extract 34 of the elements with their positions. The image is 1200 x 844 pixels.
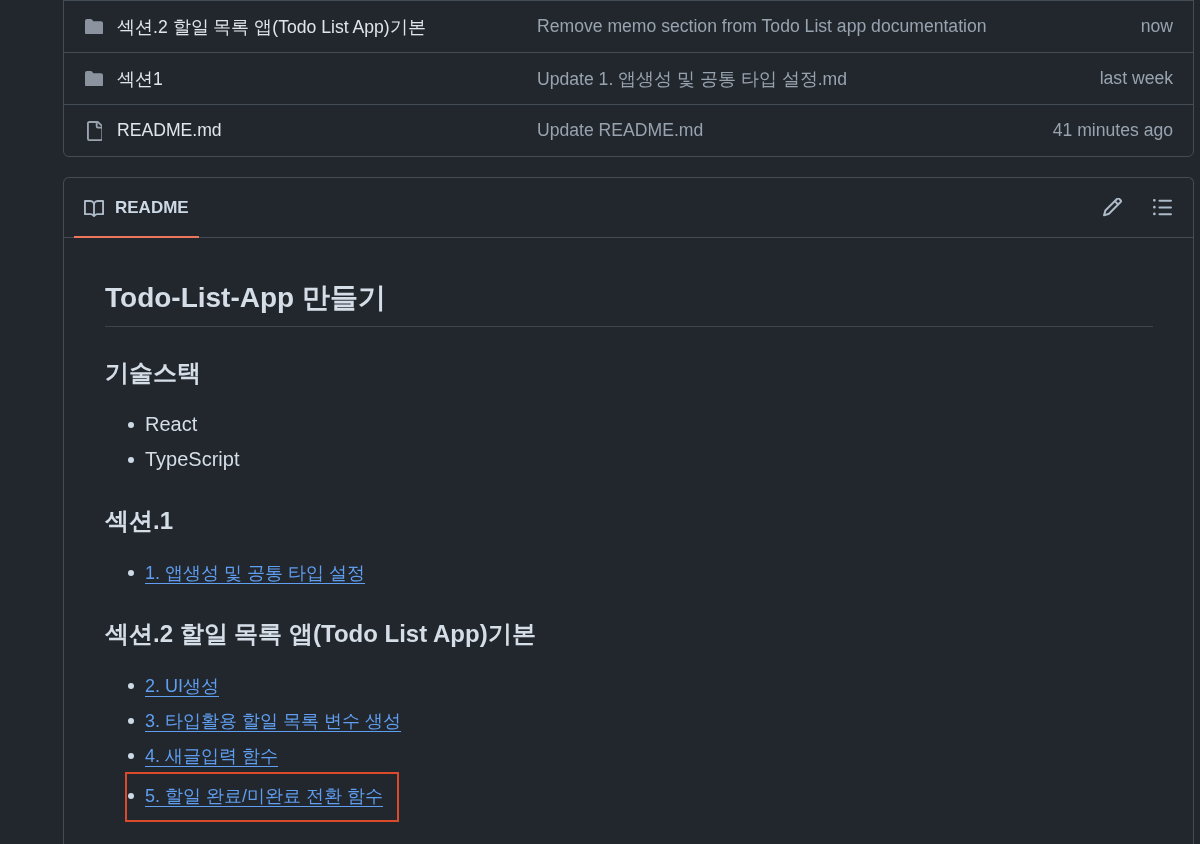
bullet-icon — [128, 421, 134, 428]
readme-title: Todo-List-App 만들기 — [105, 280, 1153, 327]
commit-time: last week — [1099, 68, 1173, 89]
folder-link[interactable]: 섹션.2 할일 목록 앱(Todo List App)기본 — [117, 14, 426, 39]
file-icon — [86, 120, 102, 141]
section-heading: 섹션.2 할일 목록 앱(Todo List App)기본 — [105, 619, 537, 649]
bullet-icon — [128, 793, 134, 799]
bullet-icon — [128, 752, 134, 759]
folder-icon — [85, 18, 103, 35]
folder-icon — [85, 70, 103, 87]
commit-message-link[interactable]: Update README.md — [537, 120, 704, 141]
doc-link[interactable]: 2. UI생성 — [145, 672, 219, 699]
bullet-icon — [128, 717, 134, 724]
bullet-icon — [128, 456, 134, 463]
file-link[interactable]: README.md — [117, 120, 222, 141]
list-icon — [1152, 199, 1172, 216]
commit-message-link[interactable]: Update 1. 앱생성 및 공통 타입 설정.md — [537, 66, 848, 91]
doc-link[interactable]: 3. 타입활용 할일 목록 변수 생성 — [145, 707, 402, 734]
book-icon — [84, 199, 104, 217]
commit-time: 41 minutes ago — [1052, 120, 1173, 141]
commit-message-link[interactable]: Remove memo section from Todo List app documentation — [537, 16, 987, 37]
doc-link[interactable]: 1. 앱생성 및 공통 타입 설정 — [145, 559, 366, 586]
list-item-text: React — [145, 413, 198, 436]
bullet-icon — [128, 682, 134, 689]
section-heading: 기술스택 — [105, 358, 202, 388]
pencil-icon — [1102, 198, 1122, 217]
section-heading: 섹션.1 — [105, 506, 174, 536]
doc-link[interactable]: 5. 할일 완료/미완료 전환 함수 — [145, 783, 384, 809]
readme-tab[interactable]: README — [74, 178, 199, 238]
bullet-icon — [128, 569, 134, 576]
folder-link[interactable]: 섹션1 — [117, 66, 163, 91]
doc-link[interactable]: 4. 새글입력 함수 — [145, 742, 278, 769]
list-item-text: TypeScript — [145, 448, 240, 471]
commit-time: now — [1140, 16, 1173, 37]
